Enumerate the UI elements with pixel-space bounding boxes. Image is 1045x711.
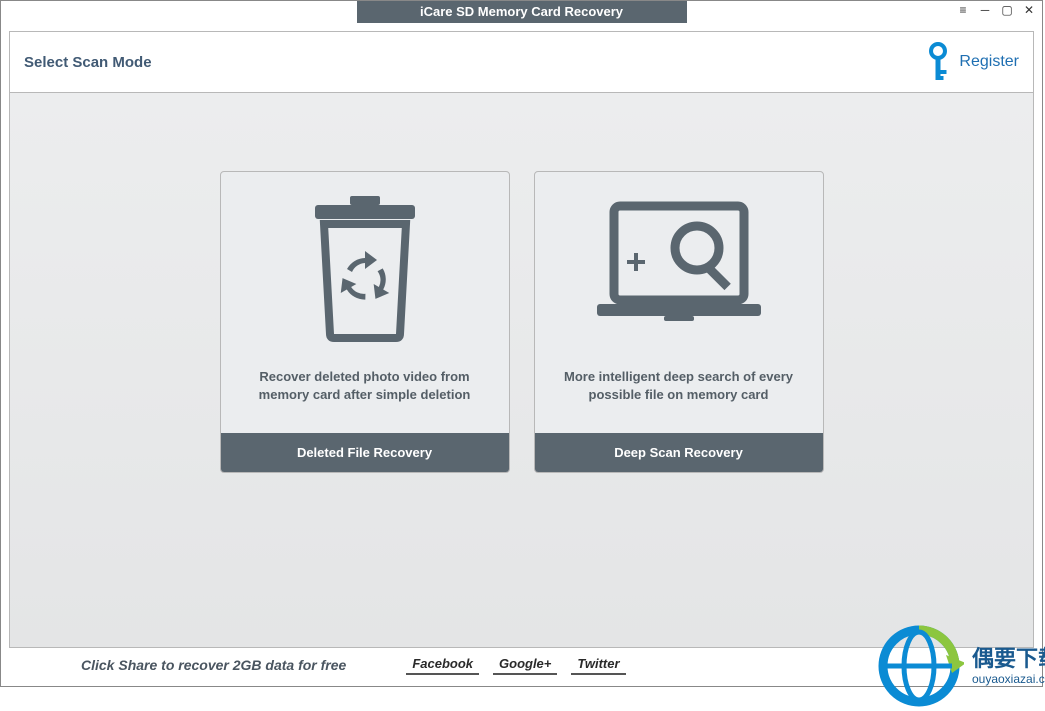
laptop-search-icon (535, 172, 823, 362)
share-googleplus-link[interactable]: Google+ (493, 655, 557, 675)
app-window: iCare SD Memory Card Recovery ≡ ─ ▢ ✕ Se… (0, 0, 1043, 687)
titlebar: iCare SD Memory Card Recovery ≡ ─ ▢ ✕ (1, 1, 1042, 23)
deleted-file-recovery-card[interactable]: Recover deleted photo video from memory … (220, 171, 510, 473)
close-button[interactable]: ✕ (1022, 3, 1036, 17)
register-label: Register (959, 53, 1019, 71)
deep-card-button-label: Deep Scan Recovery (535, 433, 823, 472)
main-content: Recover deleted photo video from memory … (9, 93, 1034, 648)
deleted-card-description: Recover deleted photo video from memory … (221, 362, 509, 433)
window-title: iCare SD Memory Card Recovery (357, 1, 687, 23)
recycle-bin-icon (221, 172, 509, 362)
window-controls: ≡ ─ ▢ ✕ (956, 3, 1036, 17)
header-panel: Select Scan Mode Register (9, 31, 1034, 93)
minimize-button[interactable]: ─ (978, 3, 992, 17)
page-title: Select Scan Mode (24, 54, 152, 71)
deleted-card-button-label: Deleted File Recovery (221, 433, 509, 472)
footer-bar: Click Share to recover 2GB data for free… (9, 644, 1034, 686)
register-button[interactable]: Register (925, 42, 1019, 82)
share-twitter-link[interactable]: Twitter (571, 655, 625, 675)
maximize-button[interactable]: ▢ (1000, 3, 1014, 17)
share-facebook-link[interactable]: Facebook (406, 655, 479, 675)
deep-scan-recovery-card[interactable]: More intelligent deep search of every po… (534, 171, 824, 473)
share-prompt: Click Share to recover 2GB data for free (81, 657, 346, 673)
menu-button[interactable]: ≡ (956, 3, 970, 17)
key-icon (925, 42, 951, 82)
deep-card-description: More intelligent deep search of every po… (535, 362, 823, 433)
share-links: Facebook Google+ Twitter (406, 655, 625, 675)
